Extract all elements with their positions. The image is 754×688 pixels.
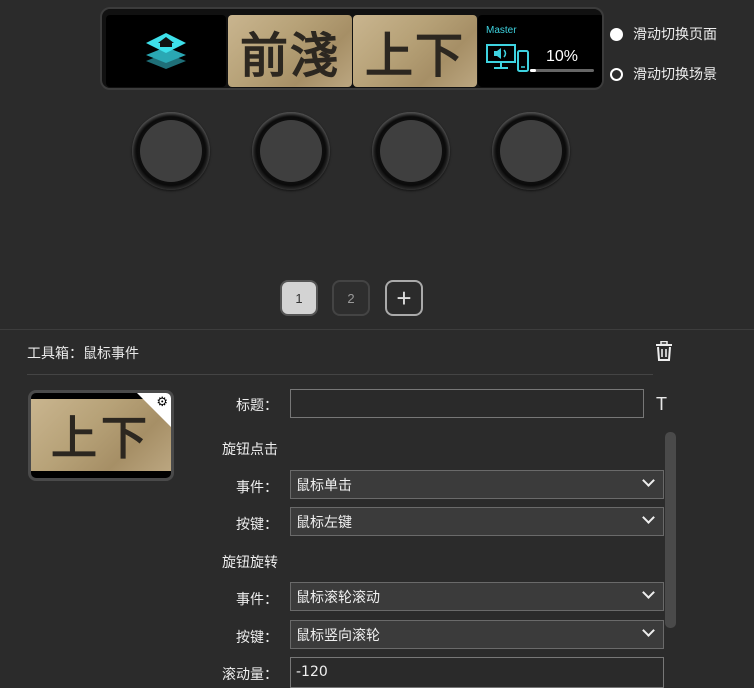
- volume-level-fill: [530, 69, 537, 72]
- page-1-button[interactable]: 1: [280, 280, 318, 316]
- calligraphy-tile-up-down[interactable]: 上下: [353, 15, 477, 87]
- rotate-key-label: 按键：: [236, 630, 278, 646]
- knob-rotate-section: 旋钮旋转: [222, 555, 278, 571]
- rotate-event-select[interactable]: 鼠标滚轮滚动: [290, 582, 664, 611]
- chevron-down-icon: [642, 624, 655, 637]
- button-image-thumbnail[interactable]: 上下 ⚙: [28, 390, 174, 481]
- home-layers-tile[interactable]: [106, 15, 226, 87]
- title-label: 标题：: [236, 398, 278, 414]
- knob-2[interactable]: [252, 112, 330, 190]
- chevron-down-icon: [642, 586, 655, 599]
- rotate-event-value: 鼠标滚轮滚动: [296, 589, 380, 606]
- tile-calligraphy-text: 上下: [364, 28, 465, 84]
- chevron-down-icon: [642, 474, 655, 487]
- scroll-amount-input[interactable]: -120: [290, 657, 664, 688]
- title-input[interactable]: [290, 389, 644, 418]
- speaker-device-icon: [486, 44, 529, 72]
- knob-click-section: 旋钮点击: [222, 442, 278, 458]
- radio-unselected-icon: [610, 67, 623, 81]
- knob-1[interactable]: [132, 112, 210, 190]
- click-key-select[interactable]: 鼠标左键: [290, 507, 664, 536]
- volume-tile[interactable]: Master 10%: [478, 15, 602, 87]
- add-page-button[interactable]: +: [385, 280, 423, 316]
- knob-4[interactable]: [492, 112, 570, 190]
- radio-label: 滑动切换场景: [633, 67, 717, 83]
- volume-level-bar: [530, 69, 594, 72]
- click-event-value: 鼠标单击: [296, 477, 352, 494]
- scroll-amount-label: 滚动量：: [222, 667, 278, 683]
- volume-label: Master: [486, 25, 517, 36]
- volume-percent: 10%: [546, 48, 579, 65]
- toolbox-title: 工具箱：鼠标事件: [27, 346, 139, 362]
- radio-label: 滑动切换页面: [633, 27, 717, 43]
- click-event-label: 事件：: [236, 480, 278, 496]
- trash-icon[interactable]: [655, 341, 673, 361]
- radio-selected-icon: [610, 27, 623, 41]
- radio-swipe-scene[interactable]: 滑动切换场景: [610, 64, 717, 84]
- rotate-key-value: 鼠标竖向滚轮: [296, 627, 380, 644]
- click-key-value: 鼠标左键: [296, 514, 352, 531]
- gear-icon[interactable]: ⚙: [156, 395, 168, 410]
- toolbox-divider: [27, 374, 653, 375]
- text-style-icon[interactable]: T: [656, 394, 667, 415]
- click-key-label: 按键：: [236, 517, 278, 533]
- chevron-down-icon: [642, 511, 655, 524]
- page-2-button[interactable]: 2: [332, 280, 370, 316]
- click-event-select[interactable]: 鼠标单击: [290, 470, 664, 499]
- home-layers-icon: [146, 33, 186, 69]
- panel-scrollbar[interactable]: [665, 432, 676, 628]
- thumbnail-calligraphy-text: 上下: [51, 411, 151, 465]
- rotate-key-select[interactable]: 鼠标竖向滚轮: [290, 620, 664, 649]
- device-preview-strip: 前淺 上下 Master 10%: [100, 7, 604, 90]
- tile-calligraphy-text: 前淺: [239, 28, 340, 84]
- section-divider: [0, 329, 754, 330]
- knob-3[interactable]: [372, 112, 450, 190]
- calligraphy-tile-front-back[interactable]: 前淺: [228, 15, 352, 87]
- radio-swipe-page[interactable]: 滑动切换页面: [610, 24, 717, 44]
- rotate-event-label: 事件：: [236, 592, 278, 608]
